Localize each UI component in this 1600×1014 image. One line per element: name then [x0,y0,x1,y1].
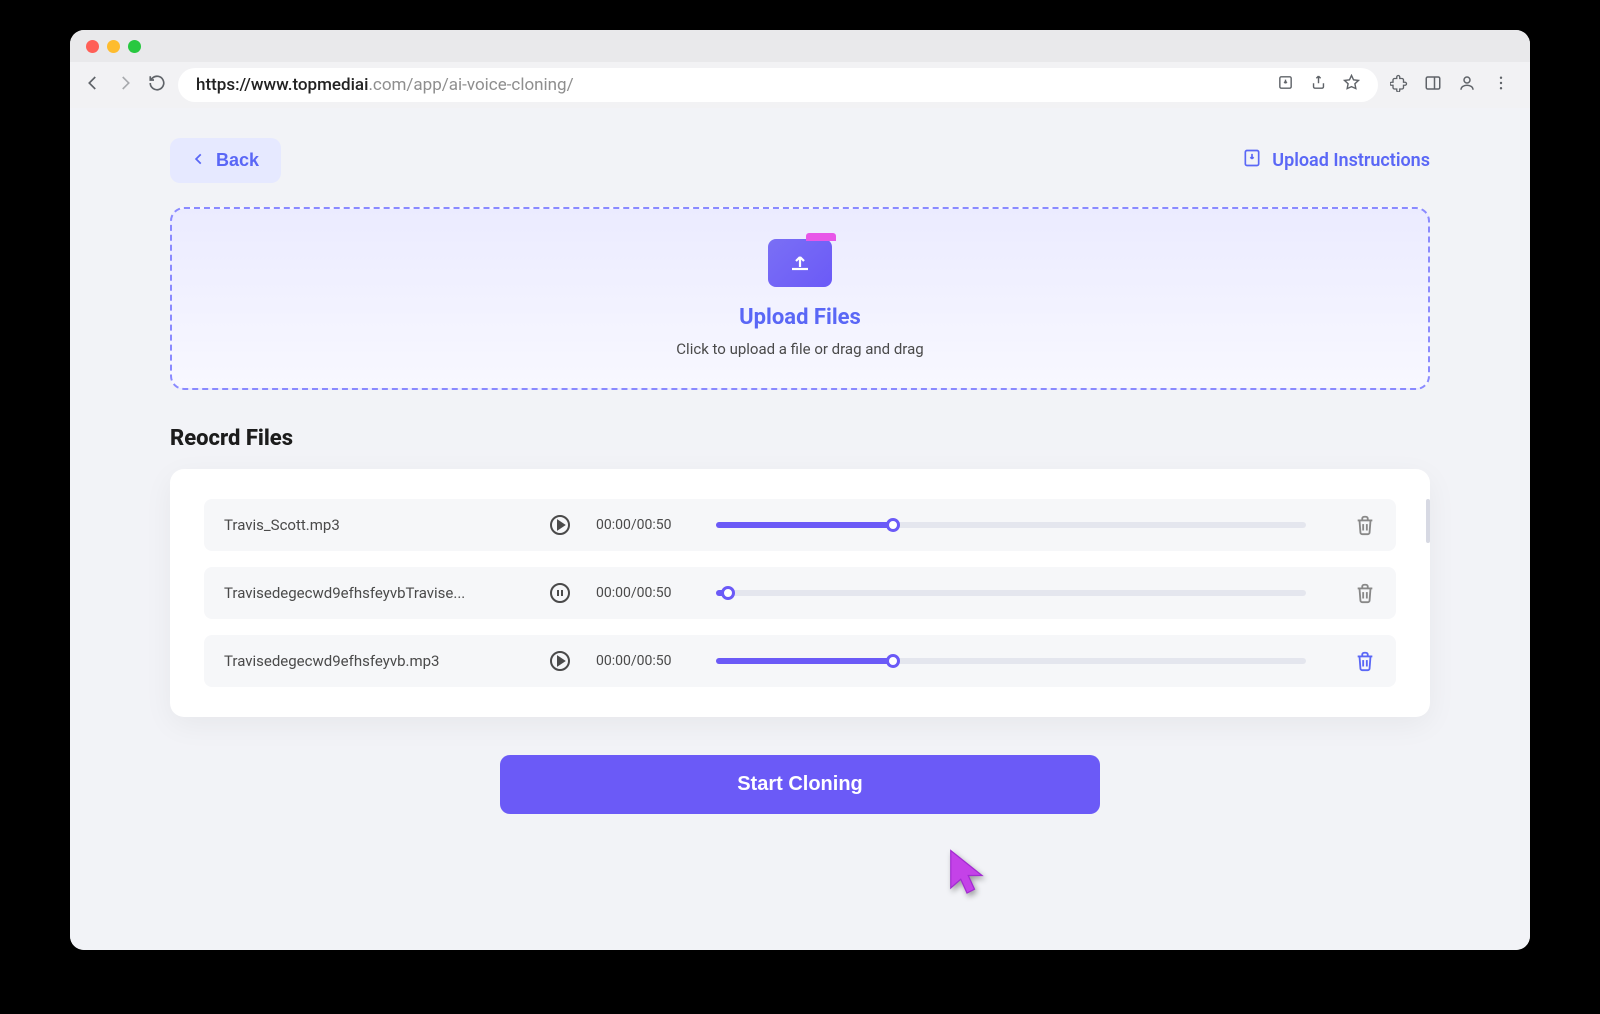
extensions-icon[interactable] [1390,74,1408,96]
back-icon[interactable] [84,74,102,96]
instructions-label: Upload Instructions [1272,150,1430,171]
profile-icon[interactable] [1458,74,1476,96]
dropzone-subtitle: Click to upload a file or drag and drag [676,340,923,358]
delete-icon[interactable] [1354,650,1376,672]
star-icon[interactable] [1343,74,1360,96]
file-row: Travisedegecwd9efhsfeyvbTravise... 00:00/… [204,567,1396,619]
browser-window: https://www.topmediai.com/app/ai-voice-c… [70,30,1530,950]
pause-icon[interactable] [548,581,572,605]
progress-track[interactable] [716,522,1306,528]
page-content: Back Upload Instructions Upload Files Cl… [70,108,1530,950]
delete-icon[interactable] [1354,582,1376,604]
upload-dropzone[interactable]: Upload Files Click to upload a file or d… [170,207,1430,390]
url-domain: topmediai [292,75,368,95]
time-label: 00:00/00:50 [596,517,686,533]
url-prefix: https://www. [196,75,292,95]
window-title-bar [70,30,1530,62]
progress-track[interactable] [716,590,1306,596]
upload-instructions-link[interactable]: Upload Instructions [1242,148,1430,173]
upload-folder-icon [768,239,832,287]
progress-track[interactable] [716,658,1306,664]
play-icon[interactable] [548,513,572,537]
file-row: Travisedegecwd9efhsfeyvb.mp3 00:00/00:50 [204,635,1396,687]
cursor-icon [946,848,988,902]
file-name: Travisedegecwd9efhsfeyvbTravise... [224,584,524,602]
chevron-left-icon [192,150,206,171]
minimize-window-button[interactable] [107,40,120,53]
files-card: Travis_Scott.mp300:00/00:50Travisedegecw… [170,469,1430,717]
url-suffix: .com/app/ai-voice-cloning/ [368,75,573,95]
address-bar[interactable]: https://www.topmediai.com/app/ai-voice-c… [178,68,1378,102]
reload-icon[interactable] [148,74,166,96]
file-name: Travisedegecwd9efhsfeyvb.mp3 [224,652,524,670]
back-label: Back [216,150,259,171]
install-icon[interactable] [1277,74,1294,96]
instructions-icon [1242,148,1262,173]
close-window-button[interactable] [86,40,99,53]
time-label: 00:00/00:50 [596,585,686,601]
scrollbar[interactable] [1426,499,1430,543]
file-row: Travis_Scott.mp3 00:00/00:50 [204,499,1396,551]
maximize-window-button[interactable] [128,40,141,53]
play-icon[interactable] [548,649,572,673]
time-label: 00:00/00:50 [596,653,686,669]
delete-icon[interactable] [1354,514,1376,536]
dropzone-title: Upload Files [739,305,861,330]
start-cloning-button[interactable]: Start Cloning [500,755,1100,814]
forward-icon[interactable] [116,74,134,96]
file-name: Travis_Scott.mp3 [224,516,524,534]
record-files-heading: Reocrd Files [170,426,1430,451]
start-cloning-label: Start Cloning [737,773,863,795]
browser-toolbar: https://www.topmediai.com/app/ai-voice-c… [70,62,1530,108]
share-icon[interactable] [1310,74,1327,96]
back-button[interactable]: Back [170,138,281,183]
menu-icon[interactable] [1492,74,1510,96]
panel-icon[interactable] [1424,74,1442,96]
